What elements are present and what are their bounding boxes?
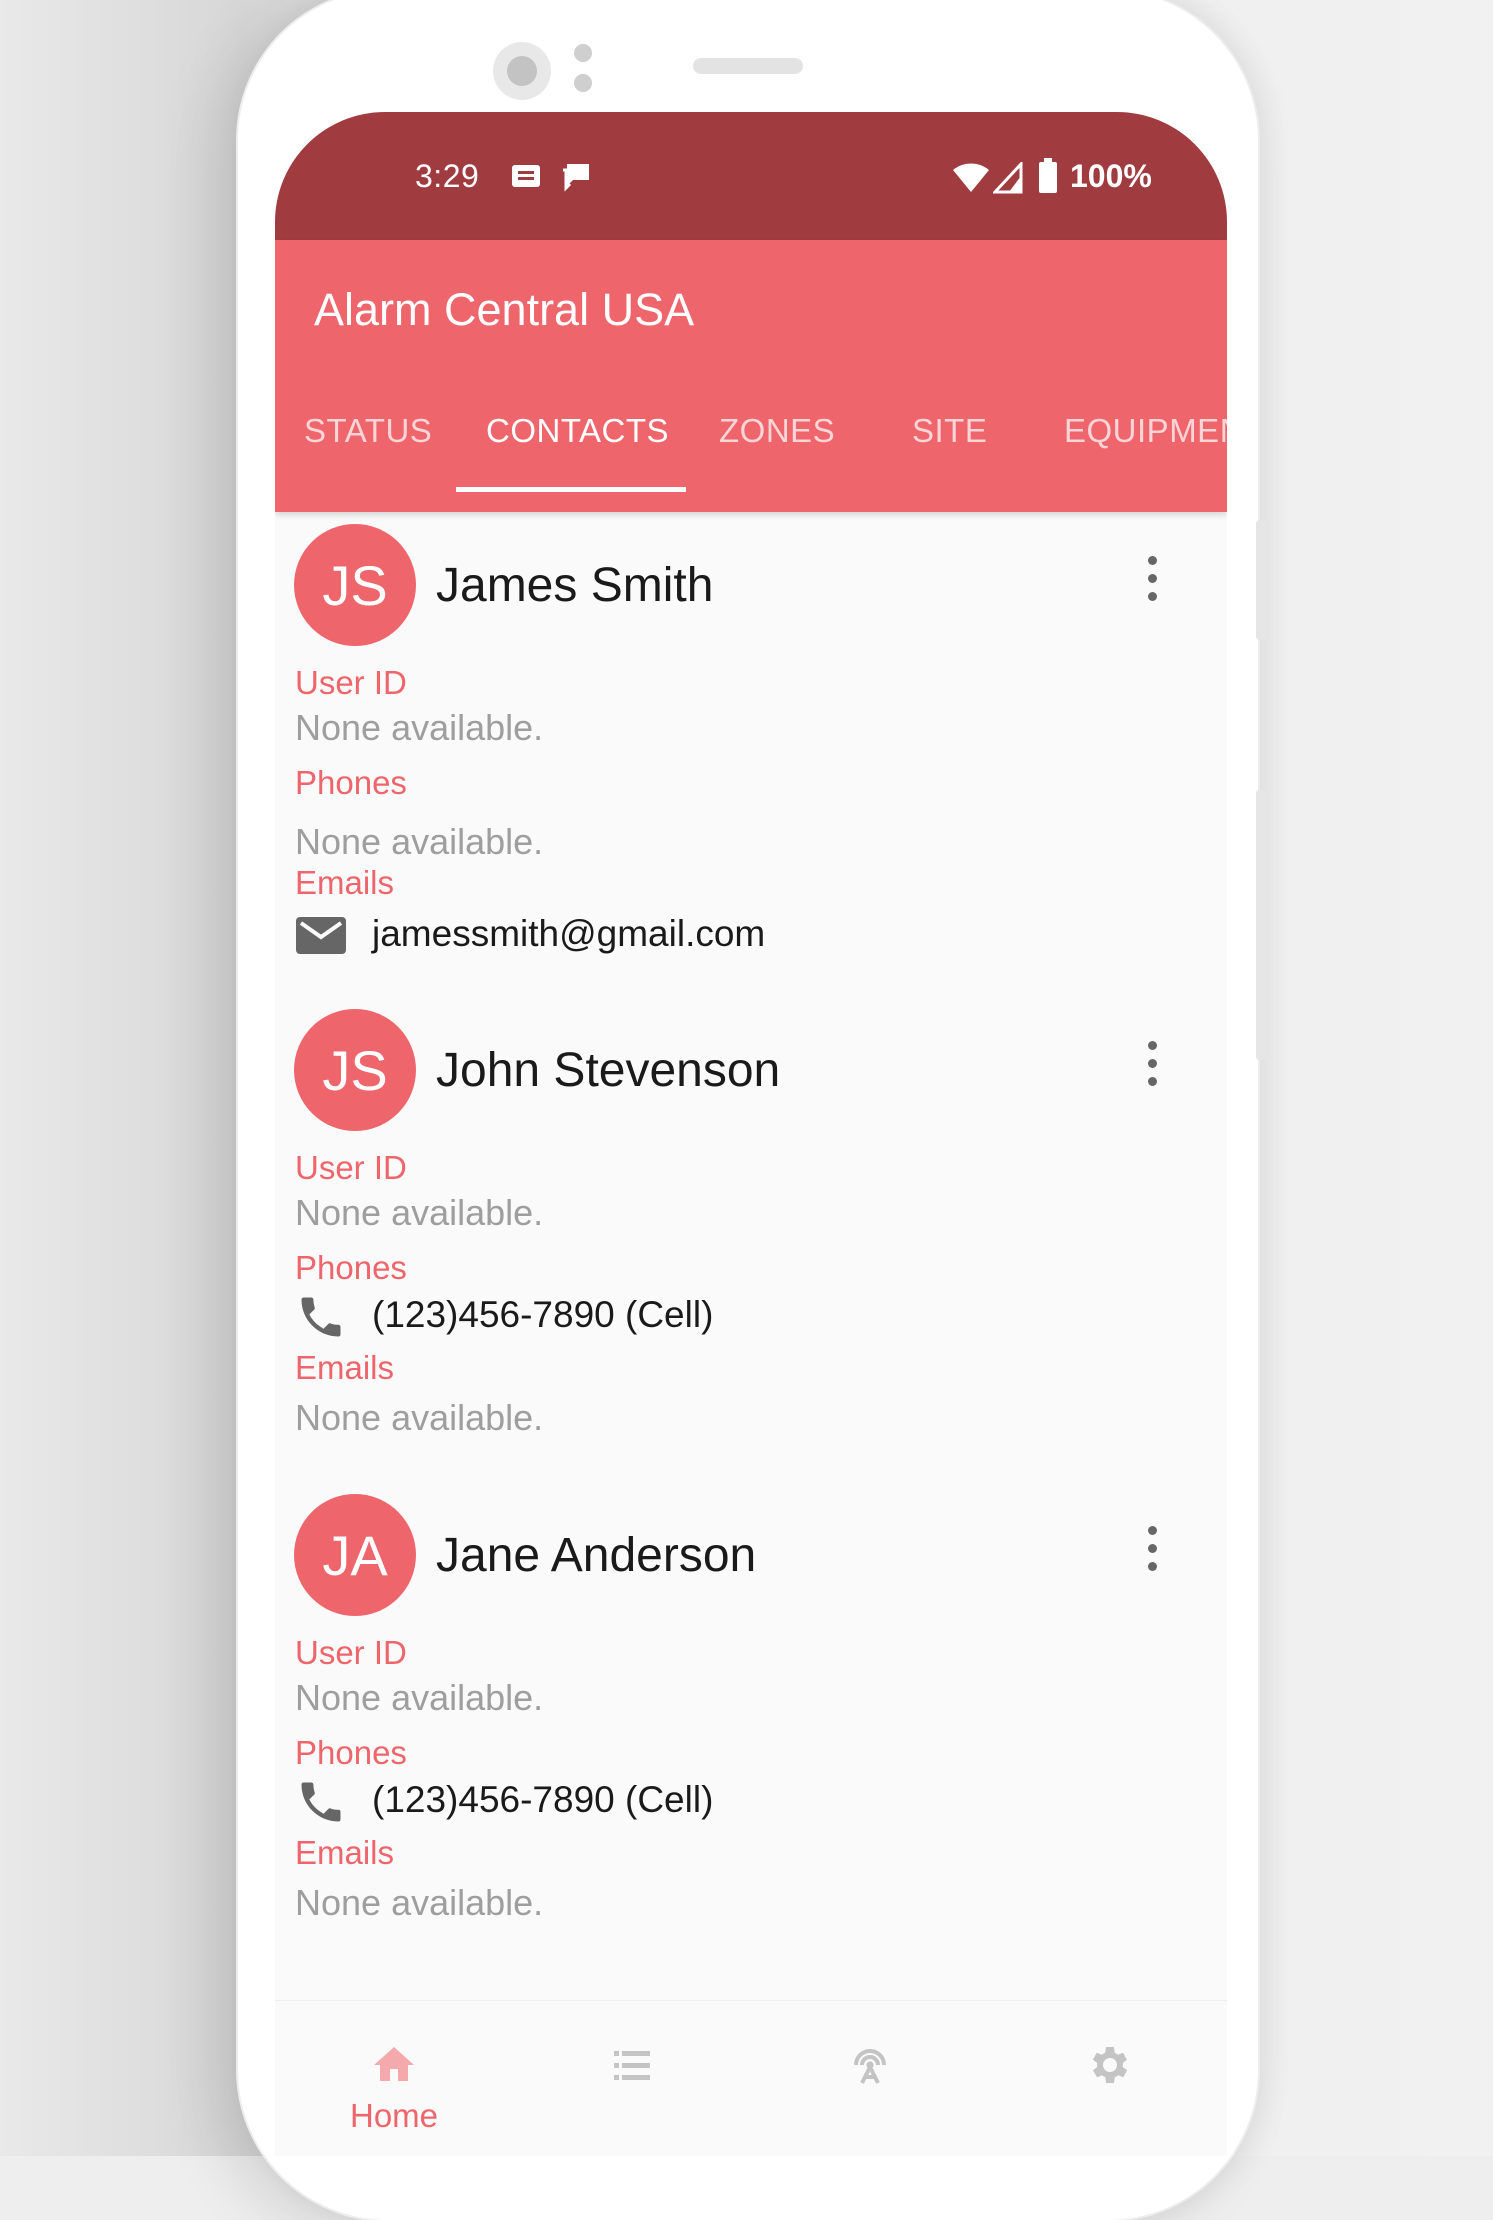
list-icon	[614, 2051, 650, 2080]
nav-settings[interactable]	[989, 2001, 1227, 2156]
tab-status[interactable]: STATUS	[304, 412, 432, 450]
avatar: JS	[294, 524, 416, 646]
user-id-label: User ID	[295, 1149, 407, 1186]
emails-value: None available.	[295, 1397, 544, 1438]
phones-label: Phones	[295, 764, 407, 801]
status-time: 3:29	[415, 158, 480, 194]
user-id-label: User ID	[295, 664, 407, 701]
wifi-icon	[952, 162, 990, 199]
home-icon	[374, 2047, 414, 2081]
user-id-value: None available.	[295, 707, 544, 748]
nav-antenna[interactable]	[751, 2001, 989, 2156]
tab-zones[interactable]: ZONES	[719, 412, 835, 450]
phones-label: Phones	[295, 1734, 407, 1771]
phone-screen: 3:29 100% Alarm Central USA STATUS CONTA…	[275, 112, 1227, 2156]
contacts-list: JS James Smith User ID None available. P…	[275, 512, 1227, 1992]
user-id-label: User ID	[295, 1634, 407, 1671]
user-id-value: None available.	[295, 1677, 544, 1718]
battery-percent: 100%	[1070, 158, 1152, 194]
phone-value[interactable]: (123)456-7890 (Cell)	[372, 1779, 713, 1821]
phones-value: None available.	[295, 821, 544, 862]
app-bar: Alarm Central USA STATUS CONTACTS ZONES …	[275, 240, 1227, 512]
battery-icon	[1037, 158, 1059, 199]
message-icon	[510, 162, 542, 195]
emails-value: None available.	[295, 1882, 544, 1923]
nav-list[interactable]	[513, 2001, 751, 2156]
emails-label: Emails	[295, 1349, 395, 1386]
user-id-value: None available.	[295, 1192, 544, 1233]
bottom-navigation: Home	[275, 2000, 1227, 2156]
phone-value[interactable]: (123)456-7890 (Cell)	[372, 1294, 713, 1336]
front-camera	[493, 42, 551, 100]
earpiece-speaker	[693, 58, 803, 74]
antenna-icon	[854, 2049, 886, 2084]
tab-equipment[interactable]: EQUIPMEN	[1064, 412, 1227, 450]
tab-contacts[interactable]: CONTACTS	[486, 412, 669, 450]
nav-home-label: Home	[349, 2097, 439, 2134]
sensor-top	[574, 44, 592, 62]
more-options-button[interactable]	[1137, 552, 1167, 612]
active-tab-indicator	[456, 487, 686, 492]
contact-card: JS John Stevenson User ID None available…	[275, 997, 1227, 1477]
contact-card: JS James Smith User ID None available. P…	[275, 512, 1227, 992]
avatar: JA	[294, 1494, 416, 1616]
nav-home[interactable]: Home	[275, 2001, 513, 2156]
avatar: JS	[294, 1009, 416, 1131]
contact-card: JA Jane Anderson User ID None available.…	[275, 1482, 1227, 1962]
status-bar: 3:29 100%	[275, 112, 1227, 240]
tab-site[interactable]: SITE	[912, 412, 987, 450]
phone-side-button-top	[1256, 520, 1266, 640]
chat-icon	[561, 162, 593, 197]
app-title: Alarm Central USA	[314, 284, 695, 335]
email-icon	[295, 909, 347, 961]
phones-label: Phones	[295, 1249, 407, 1286]
phone-side-button-bottom	[1256, 790, 1266, 1060]
more-options-button[interactable]	[1137, 1522, 1167, 1582]
emails-label: Emails	[295, 864, 395, 901]
sensor-bottom	[574, 74, 592, 92]
contact-name: James Smith	[436, 559, 714, 612]
phone-icon	[295, 1776, 347, 1828]
gear-icon	[1092, 2047, 1128, 2083]
emails-label: Emails	[295, 1834, 395, 1871]
contact-name: Jane Anderson	[436, 1529, 757, 1582]
phone-icon	[295, 1291, 347, 1343]
email-value[interactable]: jamessmith@gmail.com	[372, 913, 765, 955]
more-options-button[interactable]	[1137, 1037, 1167, 1097]
signal-icon	[991, 160, 1023, 199]
contact-name: John Stevenson	[436, 1044, 781, 1097]
